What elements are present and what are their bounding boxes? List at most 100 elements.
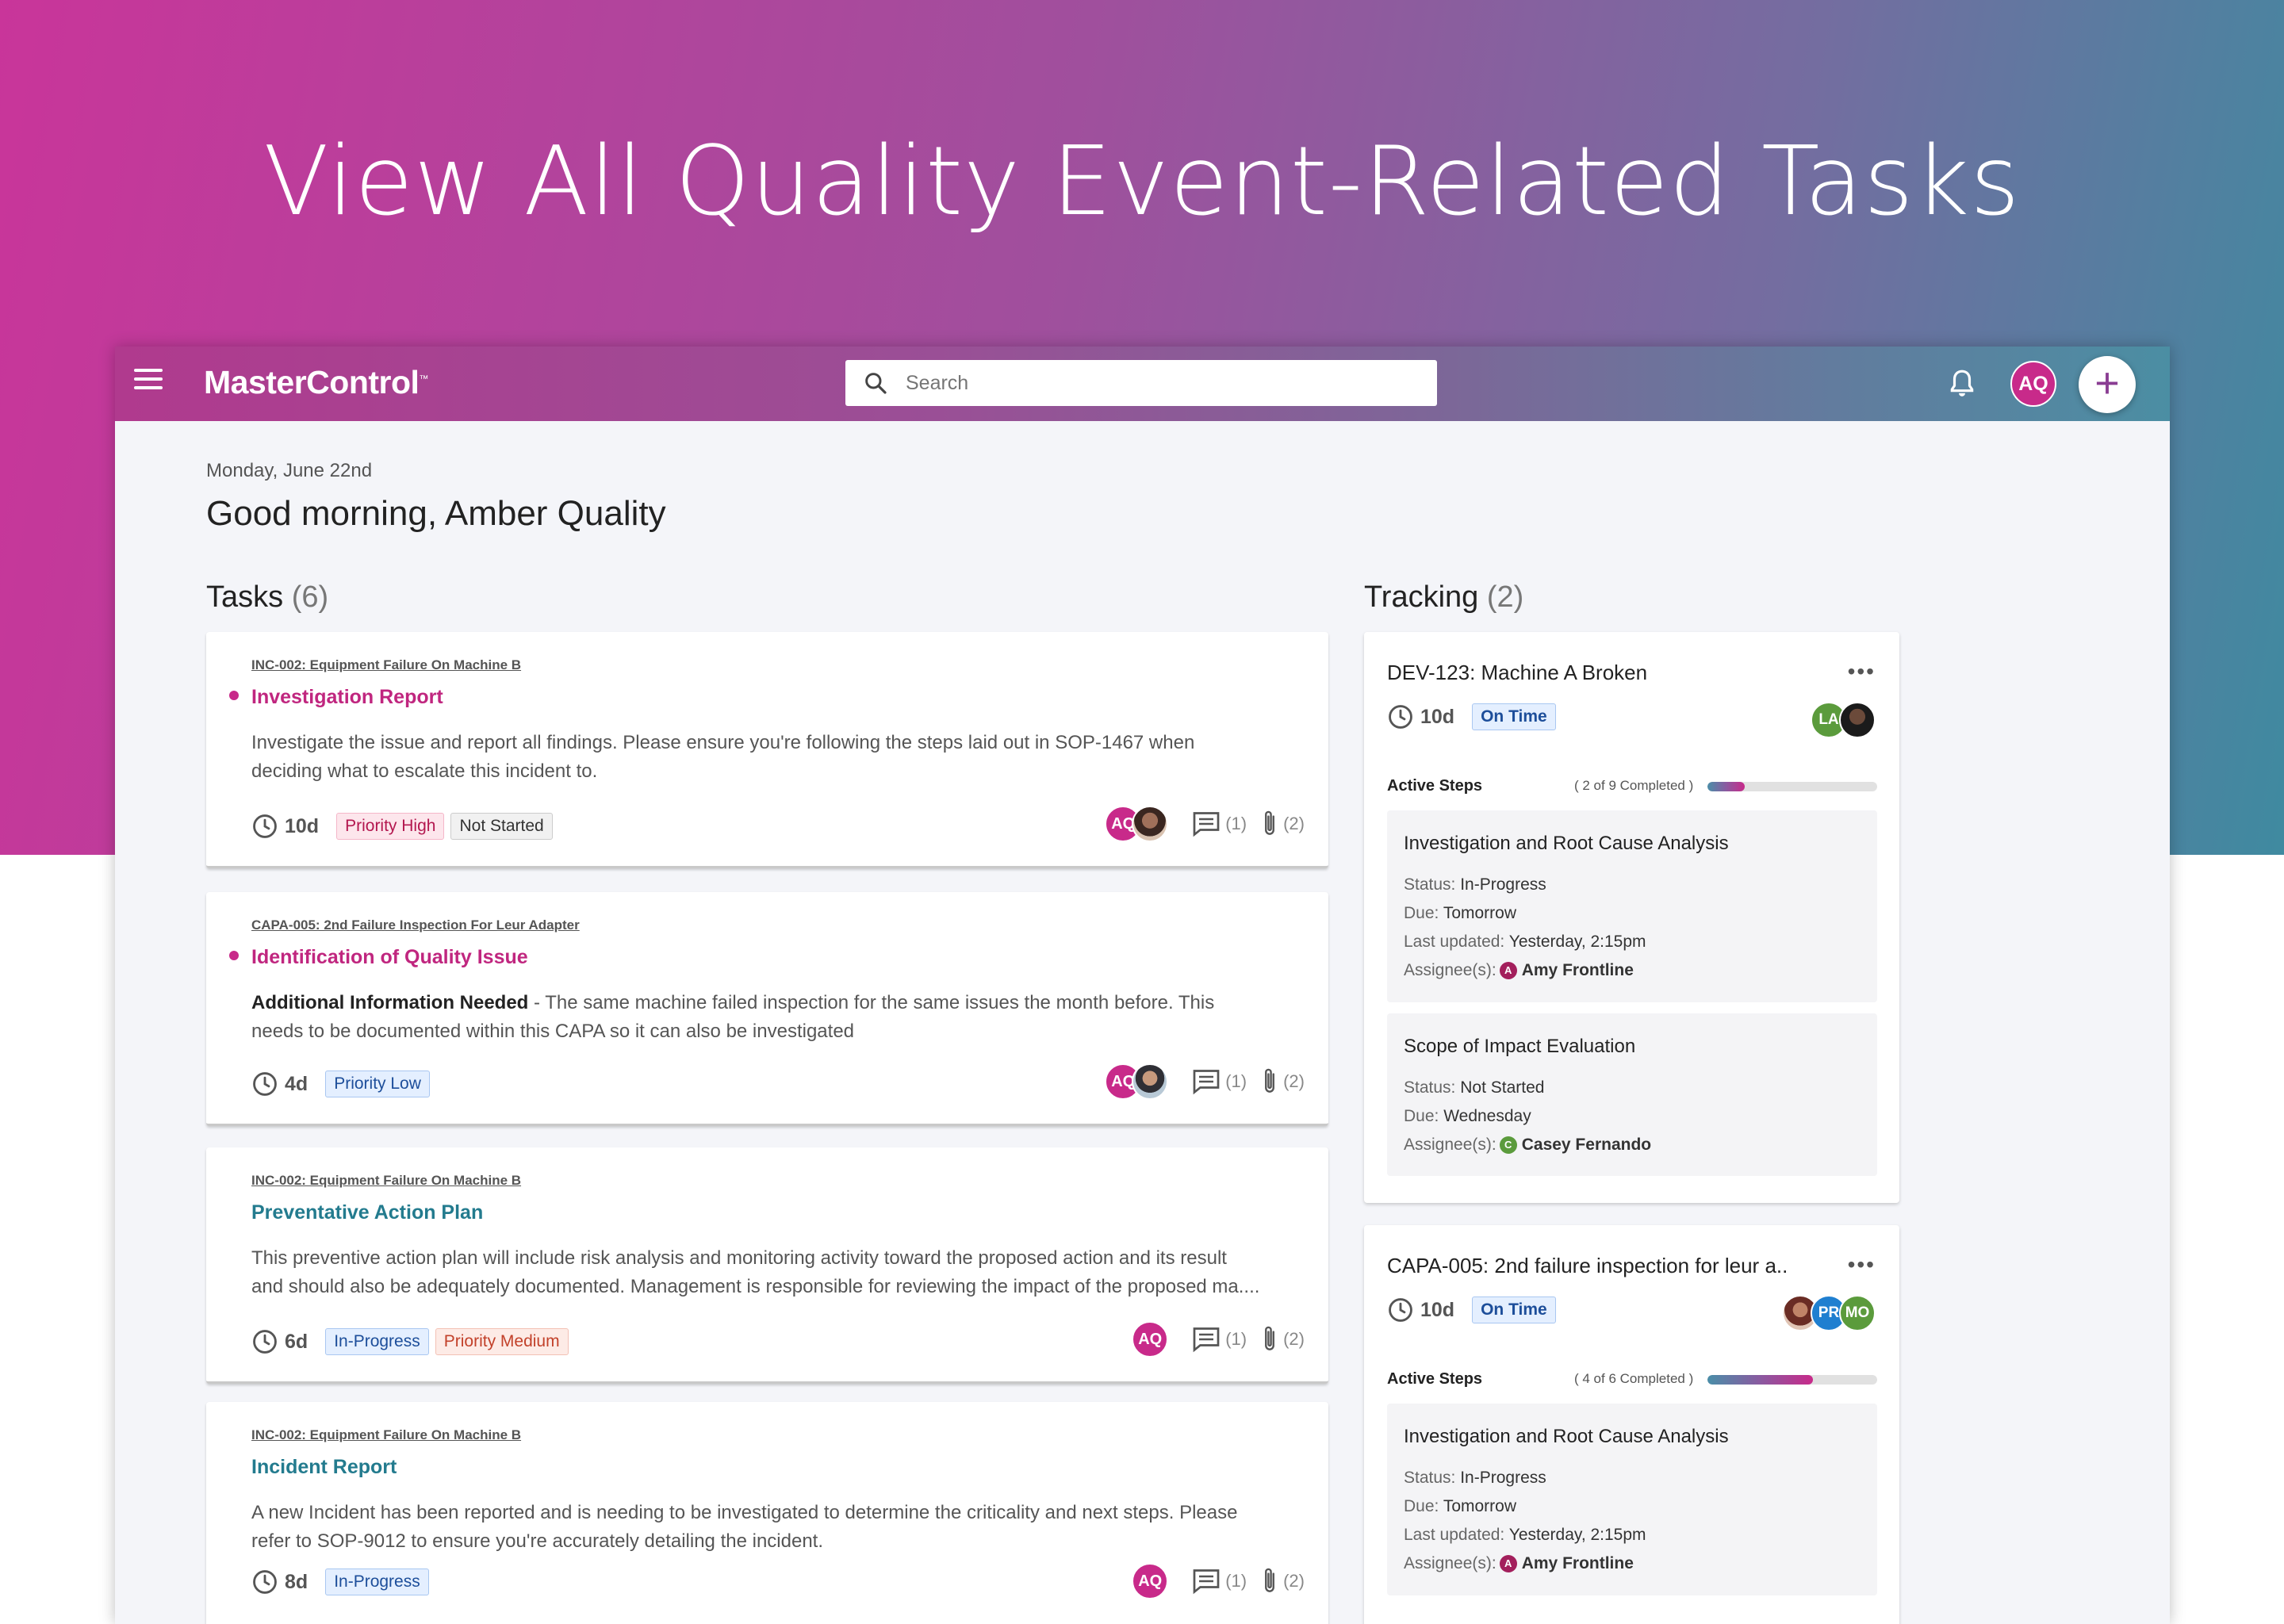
step-title: Scope of Impact Evaluation xyxy=(1404,1036,1636,1057)
steps-completed-count: ( 2 of 9 Completed ) xyxy=(1574,778,1694,793)
step-assignee: Assignee(s): A Amy Frontline xyxy=(1404,1554,1634,1573)
paperclip-icon xyxy=(1265,1326,1275,1350)
comments-count[interactable]: (1) xyxy=(1192,1326,1247,1353)
step-updated: Last updated: Yesterday, 2:15pm xyxy=(1404,1526,1646,1544)
task-title[interactable]: Incident Report xyxy=(251,1456,397,1479)
progress-fill xyxy=(1707,1375,1813,1385)
active-steps-label: Active Steps xyxy=(1387,1370,1483,1388)
comment-icon xyxy=(1193,1327,1220,1353)
step-status: Status: Not Started xyxy=(1404,1078,1545,1097)
task-reference-link[interactable]: CAPA-005: 2nd Failure Inspection For Leu… xyxy=(251,917,580,933)
attachments-count[interactable]: (2) xyxy=(1261,1324,1305,1354)
paperclip-icon xyxy=(1265,1068,1275,1093)
attachments-count[interactable]: (2) xyxy=(1261,1067,1305,1097)
status-badge: On Time xyxy=(1472,1297,1556,1323)
comment-icon xyxy=(1193,1569,1220,1595)
task-meta: AQ (1) (2) xyxy=(1132,1563,1305,1599)
task-meta: AQ (1) (2) xyxy=(1105,806,1305,842)
comments-count[interactable]: (1) xyxy=(1192,810,1247,837)
task-card[interactable]: CAPA-005: 2nd Failure Inspection For Leu… xyxy=(206,892,1328,1126)
avatar[interactable]: MO xyxy=(1839,1295,1876,1331)
step-assignee: Assignee(s): C Casey Fernando xyxy=(1404,1136,1652,1155)
status-badge: On Time xyxy=(1472,703,1556,730)
step-title: Investigation and Root Cause Analysis xyxy=(1404,1426,1729,1447)
comments-count[interactable]: (1) xyxy=(1192,1568,1247,1595)
avatar-photo[interactable] xyxy=(1839,702,1876,738)
step-due: Due: Tomorrow xyxy=(1404,1497,1517,1515)
priority-badge: Priority Low xyxy=(325,1071,430,1097)
attachments-count[interactable]: (2) xyxy=(1261,809,1305,839)
comments-count[interactable]: (1) xyxy=(1192,1068,1247,1095)
task-description: Investigate the issue and report all fin… xyxy=(251,732,1195,782)
task-reference-link[interactable]: INC-002: Equipment Failure On Machine B xyxy=(251,1427,521,1443)
step-assignee: Assignee(s): A Amy Frontline xyxy=(1404,961,1634,980)
paperclip-icon xyxy=(1265,1568,1275,1592)
task-footer: 10d Priority High Not Started xyxy=(251,810,559,842)
task-title[interactable]: Investigation Report xyxy=(251,686,443,709)
avatar: A xyxy=(1499,962,1517,980)
priority-badge: Priority High xyxy=(336,813,445,840)
tracking-title[interactable]: DEV-123: Machine A Broken xyxy=(1387,661,1815,685)
avatar-photo[interactable] xyxy=(1132,806,1169,842)
step-card[interactable]: Investigation and Root Cause Analysis St… xyxy=(1387,1404,1877,1595)
days-remaining: 10d xyxy=(1420,705,1455,728)
more-options-icon[interactable]: ••• xyxy=(1848,1252,1876,1277)
comment-icon xyxy=(1193,812,1220,837)
logo[interactable]: MasterControl™ xyxy=(204,364,428,401)
attachments-count[interactable]: (2) xyxy=(1261,1566,1305,1596)
top-navigation-bar: MasterControl™ AQ + xyxy=(115,347,2170,421)
assignee-avatars: LA xyxy=(1811,702,1876,738)
tracking-title[interactable]: CAPA-005: 2nd failure inspection for leu… xyxy=(1387,1254,1815,1278)
tracking-card[interactable]: CAPA-005: 2nd failure inspection for leu… xyxy=(1364,1225,1899,1624)
active-steps-label: Active Steps xyxy=(1387,777,1483,795)
status-badge: In-Progress xyxy=(325,1328,429,1355)
search-bar[interactable] xyxy=(845,360,1437,406)
tracking-heading: Tracking (2) xyxy=(1364,580,1524,614)
current-date: Monday, June 22nd xyxy=(206,460,373,481)
task-reference-link[interactable]: INC-002: Equipment Failure On Machine B xyxy=(251,1173,521,1189)
task-card[interactable]: INC-002: Equipment Failure On Machine B … xyxy=(206,632,1328,868)
days-remaining: 10d xyxy=(1420,1298,1455,1321)
steps-progress-bar xyxy=(1707,1375,1877,1385)
greeting-heading: Good morning, Amber Quality xyxy=(206,494,666,533)
task-reference-link[interactable]: INC-002: Equipment Failure On Machine B xyxy=(251,657,521,673)
days-remaining: 6d xyxy=(285,1330,308,1353)
task-description: A new Incident has been reported and is … xyxy=(251,1502,1238,1552)
task-description: Additional Information Needed - The same… xyxy=(251,992,1215,1042)
days-remaining: 4d xyxy=(285,1072,308,1095)
task-description: This preventive action plan will include… xyxy=(251,1247,1260,1297)
bell-icon[interactable] xyxy=(1947,367,1977,400)
steps-progress-bar xyxy=(1707,782,1877,791)
tracking-card[interactable]: DEV-123: Machine A Broken ••• 10d On Tim… xyxy=(1364,632,1899,1203)
task-title[interactable]: Identification of Quality Issue xyxy=(251,946,528,969)
user-avatar[interactable]: AQ xyxy=(2010,361,2056,407)
add-button[interactable]: + xyxy=(2079,356,2136,413)
menu-icon[interactable] xyxy=(134,369,163,397)
task-title[interactable]: Preventative Action Plan xyxy=(251,1201,483,1224)
paperclip-icon xyxy=(1265,810,1275,835)
days-remaining: 10d xyxy=(285,814,320,837)
hero-title: View All Quality Event-Related Tasks xyxy=(263,127,2021,237)
status-badge: Not Started xyxy=(450,813,553,840)
task-meta: AQ (1) (2) xyxy=(1105,1063,1305,1100)
days-remaining: 8d xyxy=(285,1570,308,1593)
tasks-heading: Tasks (6) xyxy=(206,580,329,614)
step-card[interactable]: Scope of Impact Evaluation Status: Not S… xyxy=(1387,1013,1877,1176)
status-badge: In-Progress xyxy=(325,1568,429,1595)
clock-icon xyxy=(253,814,277,838)
step-card[interactable]: Investigation and Root Cause Analysis St… xyxy=(1387,810,1877,1002)
avatar[interactable]: AQ xyxy=(1132,1563,1169,1599)
task-card[interactable]: INC-002: Equipment Failure On Machine B … xyxy=(206,1402,1328,1624)
tracking-meta: 10d On Time xyxy=(1387,703,1562,730)
search-input[interactable] xyxy=(906,360,1421,406)
avatar: C xyxy=(1499,1136,1517,1155)
comment-icon xyxy=(1193,1070,1220,1095)
avatar[interactable]: AQ xyxy=(1132,1321,1169,1358)
app-window: MasterControl™ AQ + Monday, June 22nd Go… xyxy=(115,347,2170,1624)
avatar-photo[interactable] xyxy=(1132,1063,1169,1100)
clock-icon xyxy=(1389,705,1412,729)
task-footer: 4d Priority Low xyxy=(251,1068,436,1100)
tracking-meta: 10d On Time xyxy=(1387,1297,1562,1323)
more-options-icon[interactable]: ••• xyxy=(1848,659,1876,684)
task-card[interactable]: INC-002: Equipment Failure On Machine B … xyxy=(206,1147,1328,1384)
